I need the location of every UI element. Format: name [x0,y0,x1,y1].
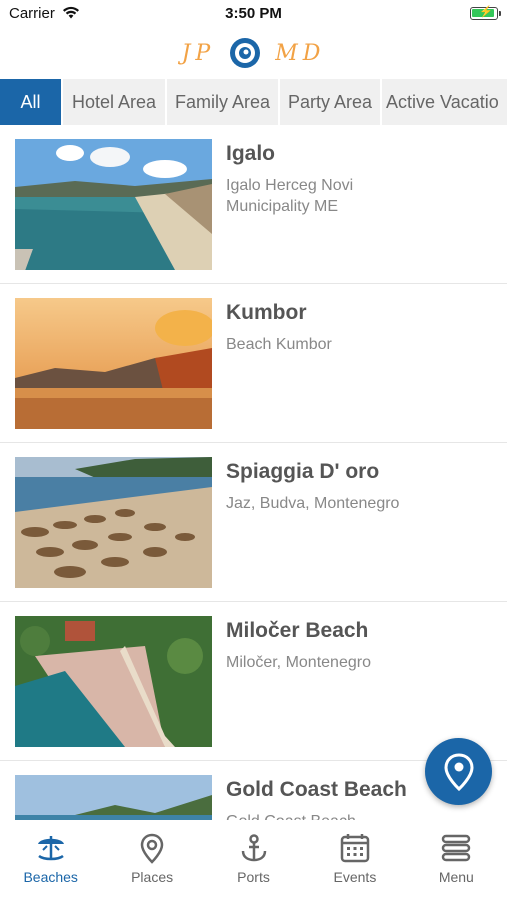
list-item[interactable]: Spiaggia D' oro Jaz, Budva, Montenegro [0,443,507,602]
clock: 3:50 PM [225,5,282,22]
tab-family-area[interactable]: Family Area [167,79,280,125]
beach-title: Gold Coast Beach [226,778,407,801]
nav-label: Places [131,869,174,885]
nav-beaches[interactable]: Beaches [0,820,101,900]
nav-ports[interactable]: Ports [203,820,304,900]
logo-text-right: MD [275,40,326,66]
nav-label: Menu [438,869,474,885]
tab-party-area[interactable]: Party Area [280,79,382,125]
beach-subtitle: Beach Kumbor [226,336,332,353]
nav-menu[interactable]: Menu [406,820,507,900]
list-item[interactable]: Igalo Igalo Herceg Novi Municipality ME [0,125,507,284]
nav-label: Beaches [23,869,78,885]
menu-icon [442,834,471,862]
location-pin-icon [443,752,474,791]
nav-events[interactable]: Events [304,820,405,900]
beach-photo [15,775,212,820]
beach-subtitle: Gold Coast Beach, Montenegro [226,811,426,820]
category-tabs: All Hotel Area Family Area Party Area Ac… [0,79,507,125]
beach-photo [15,139,212,270]
anchor-icon [241,834,266,862]
calendar-icon [340,834,370,863]
nav-label: Ports [237,869,270,885]
beach-title: Miločer Beach [226,619,369,642]
nav-places[interactable]: Places [101,820,202,900]
nav-label: Events [333,869,377,885]
beach-list: Igalo Igalo Herceg Novi Municipality ME … [0,125,507,820]
bottom-nav: Beaches Places Ports Events Menu [0,820,507,900]
app-logo: JP MD [0,36,507,70]
beach-subtitle: Igalo Herceg Novi Municipality ME [226,177,354,215]
location-pin-icon [140,833,164,864]
tab-all[interactable]: All [0,79,63,125]
tab-hotel-area[interactable]: Hotel Area [63,79,167,125]
tab-active-vacation[interactable]: Active Vacatio [382,79,507,125]
beach-photo [15,298,212,429]
battery-icon: ⚡ [470,6,501,20]
beach-photo [15,457,212,588]
umbrella-icon [37,836,64,861]
beach-subtitle: Jaz, Budva, Montenegro [226,495,400,512]
beach-title: Spiaggia D' oro [226,460,380,483]
logo-text-left: JP [181,40,216,66]
beach-title: Kumbor [226,301,307,324]
shell-logo-icon [230,38,261,68]
map-button[interactable] [425,738,492,805]
beach-subtitle: Miločer, Montenegro [226,654,371,671]
beach-photo [15,616,212,747]
list-item[interactable]: Kumbor Beach Kumbor [0,284,507,443]
beach-title: Igalo [226,142,276,165]
list-item[interactable]: Miločer Beach Miločer, Montenegro [0,602,507,761]
status-bar: Carrier 3:50 PM ⚡ [0,0,507,28]
